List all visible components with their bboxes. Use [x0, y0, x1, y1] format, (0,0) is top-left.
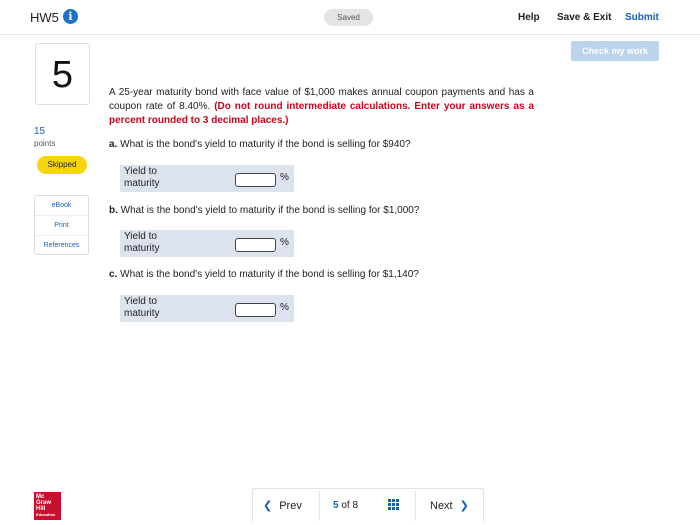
answer-row-a: Yield to maturity % [120, 165, 294, 192]
top-bar: HW5 i Saved Help Save & Exit Submit [0, 0, 700, 35]
page-indicator: 5 of 8 [333, 500, 358, 511]
answer-row-b: Yield to maturity % [120, 230, 294, 257]
save-exit-link[interactable]: Save & Exit [557, 12, 611, 23]
of-label: of [341, 500, 350, 511]
question-letter: c. [109, 269, 118, 280]
prev-button[interactable]: ❮ Prev [263, 499, 302, 512]
resources-panel: eBook Print References [34, 195, 89, 255]
submit-link[interactable]: Submit [625, 12, 659, 23]
question-c: c. What is the bond's yield to maturity … [109, 269, 419, 280]
assignment-title: HW5 [30, 10, 59, 25]
saved-status-badge: Saved [324, 9, 373, 26]
percent-unit: % [280, 237, 289, 248]
chevron-right-icon: ❯ [459, 500, 469, 512]
info-icon[interactable]: i [63, 9, 78, 24]
references-link[interactable]: References [35, 236, 88, 256]
question-text: What is the bond's yield to maturity if … [120, 269, 419, 280]
question-letter: b. [109, 205, 118, 216]
percent-unit: % [280, 302, 289, 313]
total-pages: 8 [352, 500, 359, 511]
question-letter: a. [109, 139, 118, 150]
footer: Mc Graw Hill Education ❮ Prev 5 of 8 Next… [0, 488, 700, 525]
pagination: ❮ Prev 5 of 8 Next ❯ [252, 488, 484, 522]
skipped-badge: Skipped [37, 156, 87, 174]
yield-to-maturity-input-a[interactable] [235, 173, 276, 187]
help-link[interactable]: Help [518, 12, 540, 23]
yield-to-maturity-input-b[interactable] [235, 238, 276, 252]
print-link[interactable]: Print [35, 216, 88, 236]
prev-label: Prev [279, 500, 302, 512]
next-button[interactable]: Next ❯ [430, 499, 469, 512]
yield-to-maturity-input-c[interactable] [235, 303, 276, 317]
divider [415, 491, 416, 521]
current-page: 5 [333, 500, 339, 511]
check-my-work-button[interactable]: Check my work [571, 41, 659, 61]
problem-statement: A 25-year maturity bond with face value … [109, 86, 534, 128]
points-label: points [34, 139, 56, 148]
chevron-left-icon: ❮ [263, 500, 273, 512]
mcgraw-hill-logo: Mc Graw Hill Education [34, 492, 61, 520]
logo-line: Education [36, 512, 56, 517]
ebook-link[interactable]: eBook [35, 196, 88, 216]
question-a: a. What is the bond's yield to maturity … [109, 139, 411, 150]
question-text: What is the bond's yield to maturity if … [120, 139, 411, 150]
grid-icon[interactable] [388, 499, 400, 511]
answer-row-c: Yield to maturity % [120, 295, 294, 322]
answer-label: Yield to maturity [124, 231, 160, 254]
question-number: 5 [35, 43, 90, 105]
divider [319, 491, 320, 521]
points-value: 15 [34, 126, 46, 137]
percent-unit: % [280, 172, 289, 183]
question-text: What is the bond's yield to maturity if … [120, 205, 420, 216]
next-label: Next [430, 500, 453, 512]
answer-label: Yield to maturity [124, 296, 160, 319]
answer-label: Yield to maturity [124, 166, 160, 189]
question-b: b. What is the bond's yield to maturity … [109, 205, 419, 216]
